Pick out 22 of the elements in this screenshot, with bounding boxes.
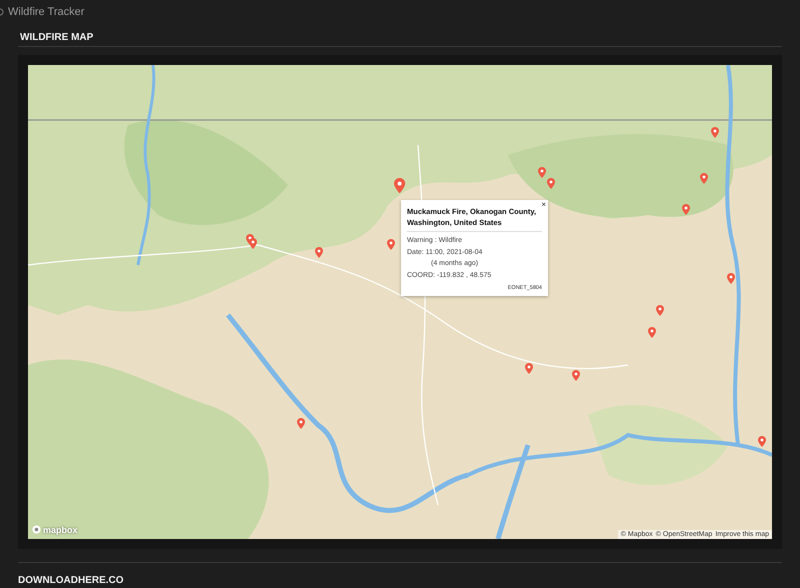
map-pin-icon[interactable] (700, 172, 708, 184)
breadcrumb-label[interactable]: Wildfire Tracker (8, 6, 84, 18)
logo-icon (32, 525, 41, 534)
map-pin-icon[interactable] (727, 272, 735, 284)
map-pin-icon[interactable] (525, 362, 533, 374)
section-title: WILDFIRE MAP (20, 32, 94, 43)
map-pin-icon[interactable] (656, 304, 664, 316)
map-pin-icon[interactable] (297, 418, 305, 429)
close-button[interactable]: × (541, 200, 546, 209)
map-pin-icon[interactable] (648, 326, 656, 338)
map-pin-icon[interactable] (572, 370, 580, 381)
map-pin-icon[interactable] (315, 246, 323, 258)
footer-brand: DOWNLOADHERE.CO (18, 574, 124, 586)
map-pin-icon[interactable] (758, 436, 766, 447)
map-pin-icon[interactable] (387, 238, 395, 250)
map-pin-icon[interactable] (682, 204, 690, 215)
map-pin-icon[interactable] (547, 178, 555, 189)
map-pin-icon[interactable] (711, 126, 719, 138)
map-pin-icon[interactable] (394, 178, 406, 193)
map-pin-icon[interactable] (249, 238, 257, 249)
map-pin-icon[interactable] (538, 166, 546, 178)
map-logo: mapbox (43, 524, 78, 535)
